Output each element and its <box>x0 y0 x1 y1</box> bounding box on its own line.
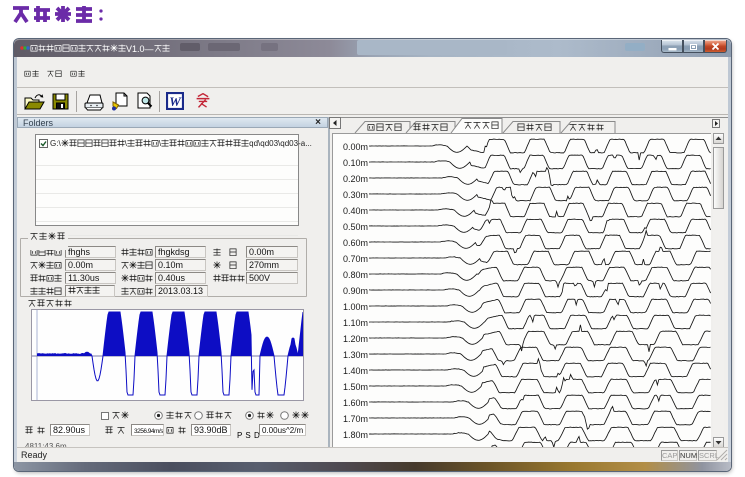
svg-text:W: W <box>169 94 182 109</box>
